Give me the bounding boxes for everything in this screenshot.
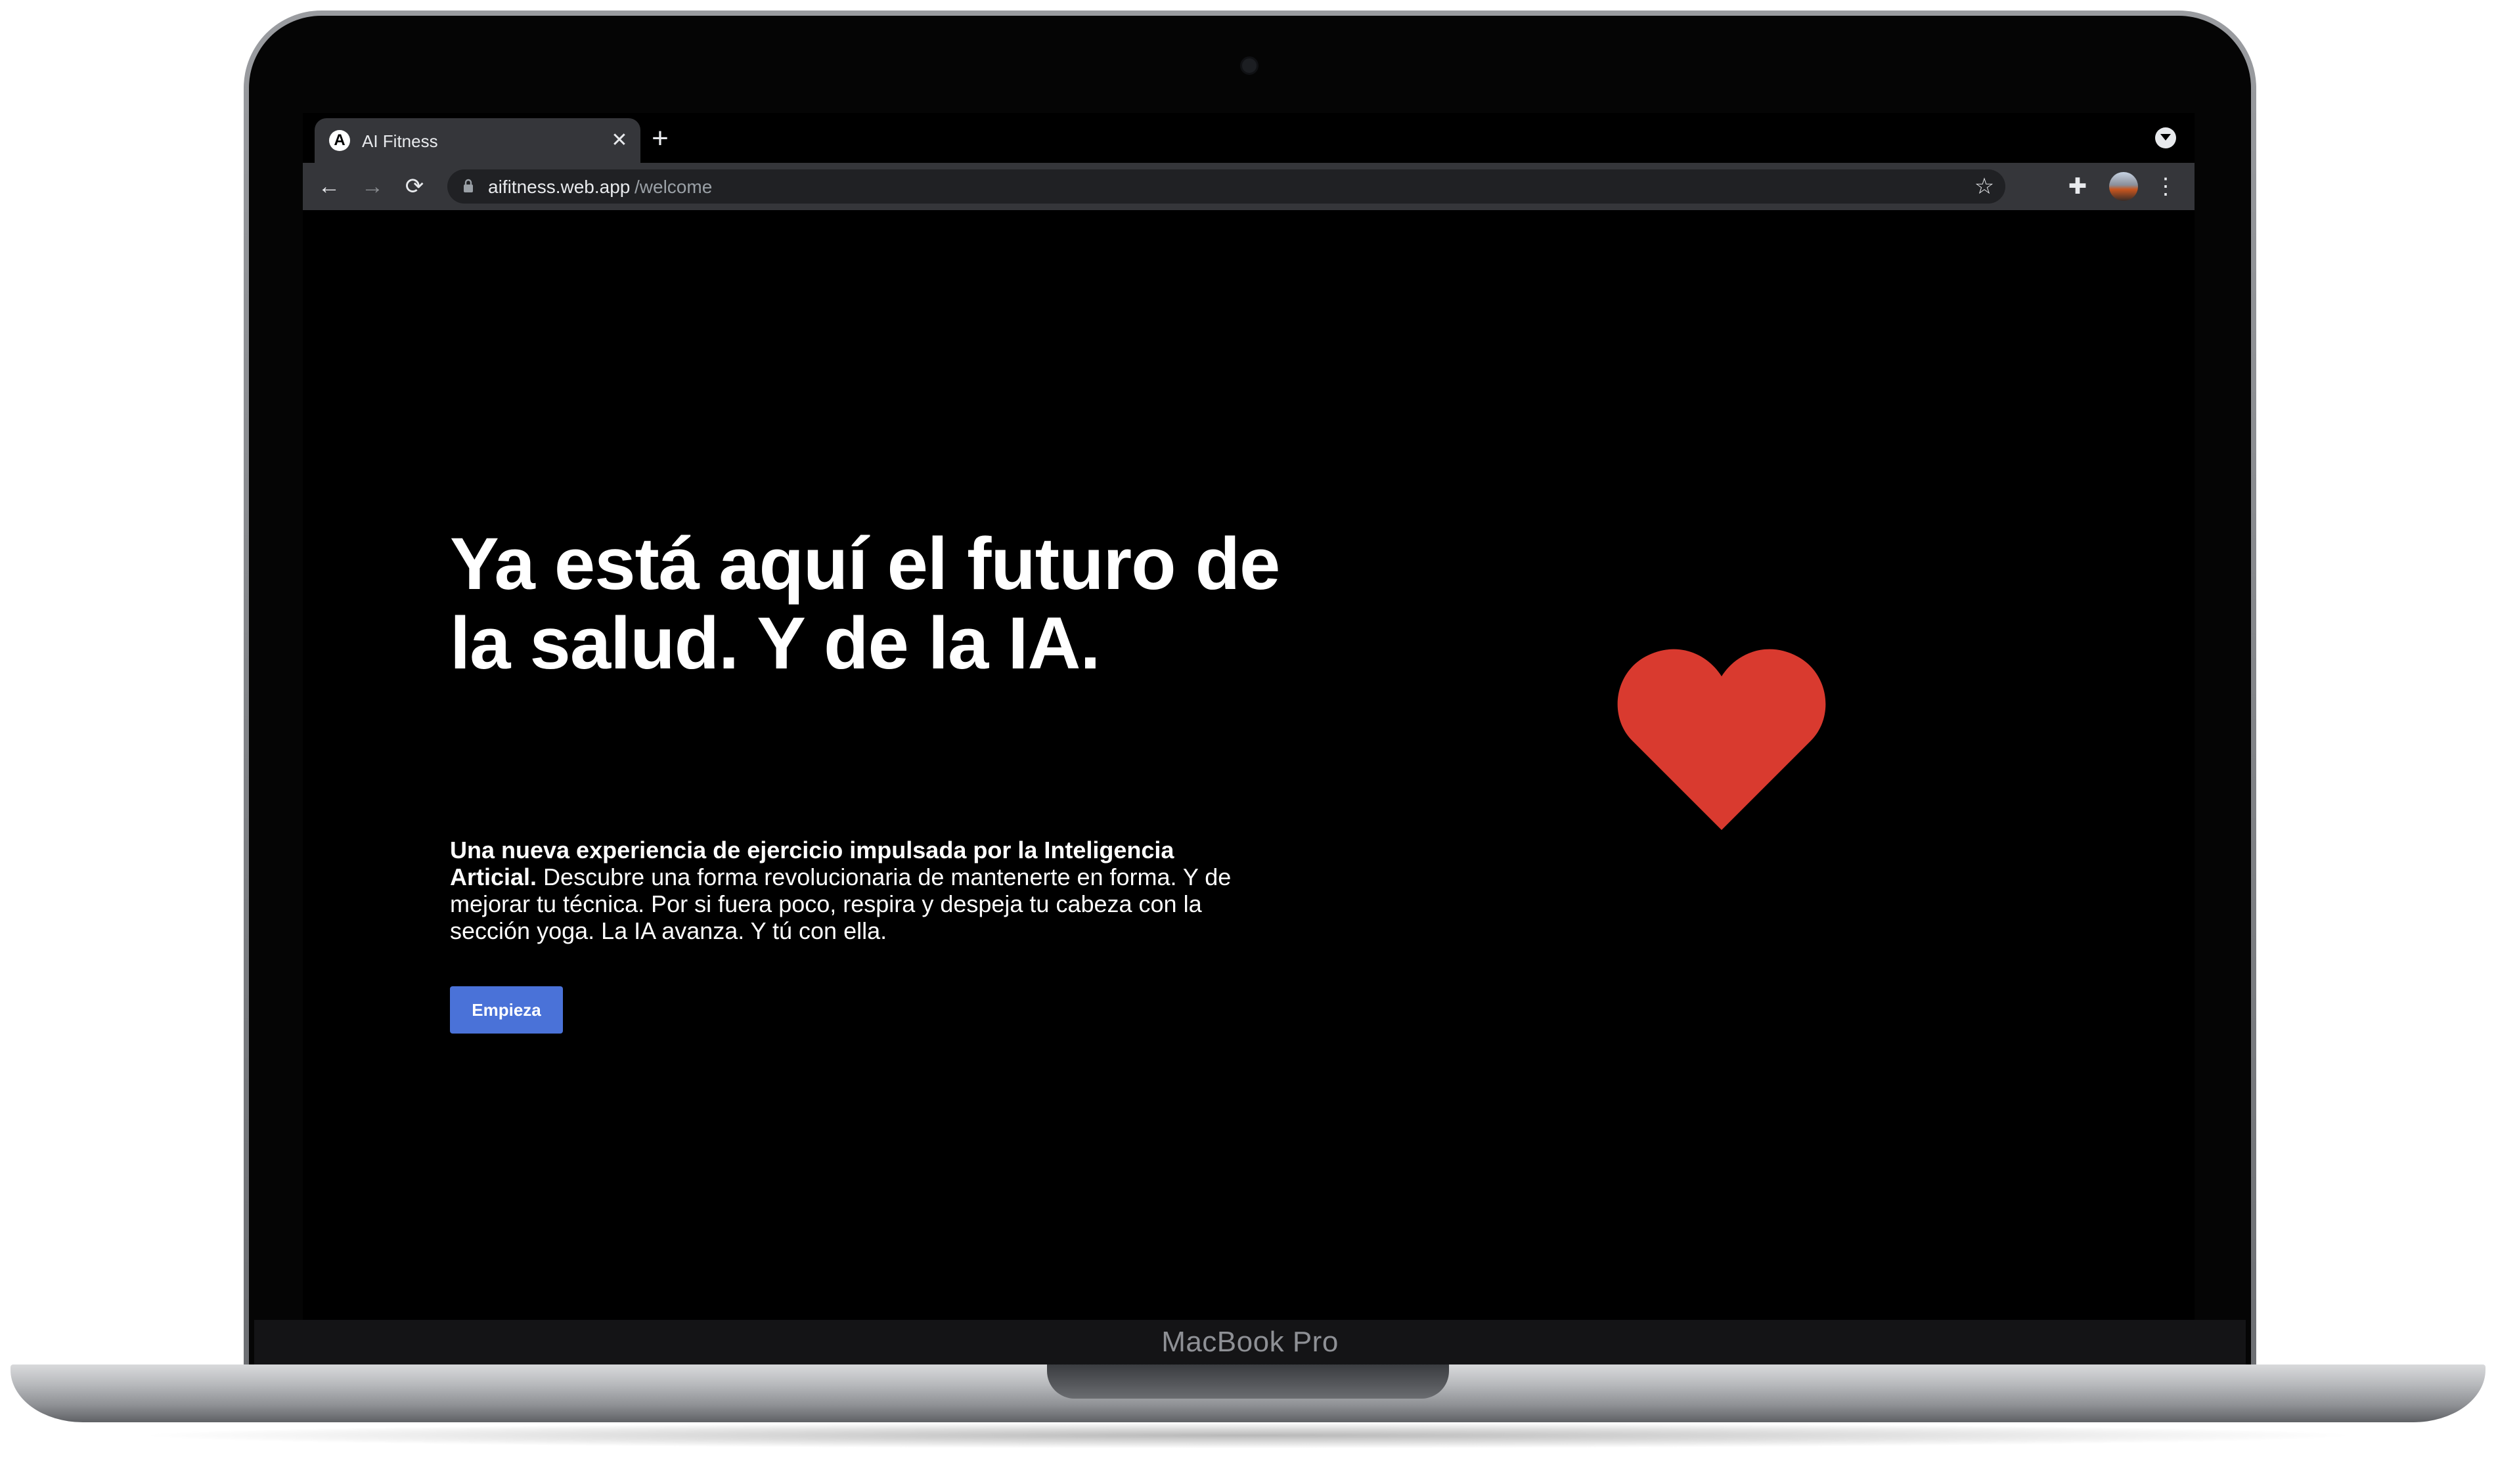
browser-window: A AI Fitness ✕ + ← → ⟳ aifitness.web.app… [303,113,2195,1320]
profile-avatar[interactable] [2109,172,2138,201]
browser-toolbar: ← → ⟳ aifitness.web.app /welcome ☆ ✚ ⋮ [303,163,2195,210]
hero-description-text: Descubre una forma revolucionaria de man… [450,863,1232,944]
back-button[interactable]: ← [315,172,344,201]
hero-description: Una nueva experiencia de ejercicio impul… [450,837,1258,944]
forward-button[interactable]: → [358,172,387,201]
tab-title: AI Fitness [362,131,438,151]
extensions-icon[interactable]: ✚ [2063,172,2092,201]
lock-icon [464,179,473,192]
page-content: Ya está aquí el futuro de la salud. Y de… [303,210,2195,1320]
hero-headline: Ya está aquí el futuro de la salud. Y de… [450,523,1280,684]
kebab-menu-icon[interactable]: ⋮ [2151,172,2180,201]
reload-button[interactable]: ⟳ [400,172,429,201]
device-label: MacBook Pro [1161,1326,1339,1358]
close-tab-icon[interactable]: ✕ [606,127,633,154]
url-path: /welcome [635,177,713,197]
address-bar[interactable]: aifitness.web.app /welcome ☆ [447,169,2005,204]
webcam [1240,56,1259,75]
favicon-icon: A [329,130,350,151]
tab-ai-fitness[interactable]: A AI Fitness ✕ [315,118,640,163]
tab-search-icon[interactable] [2155,127,2176,148]
laptop-chin: MacBook Pro [254,1320,2246,1364]
heart-icon [1617,649,1826,830]
start-button[interactable]: Empieza [450,986,563,1034]
url-host: aifitness.web.app [488,177,631,197]
bookmark-star-icon[interactable]: ☆ [1970,173,1999,202]
laptop-shadow [131,1422,2365,1449]
new-tab-button[interactable]: + [644,123,676,155]
tab-strip: A AI Fitness ✕ + [303,113,2195,163]
laptop-hinge-notch [1047,1364,1449,1399]
